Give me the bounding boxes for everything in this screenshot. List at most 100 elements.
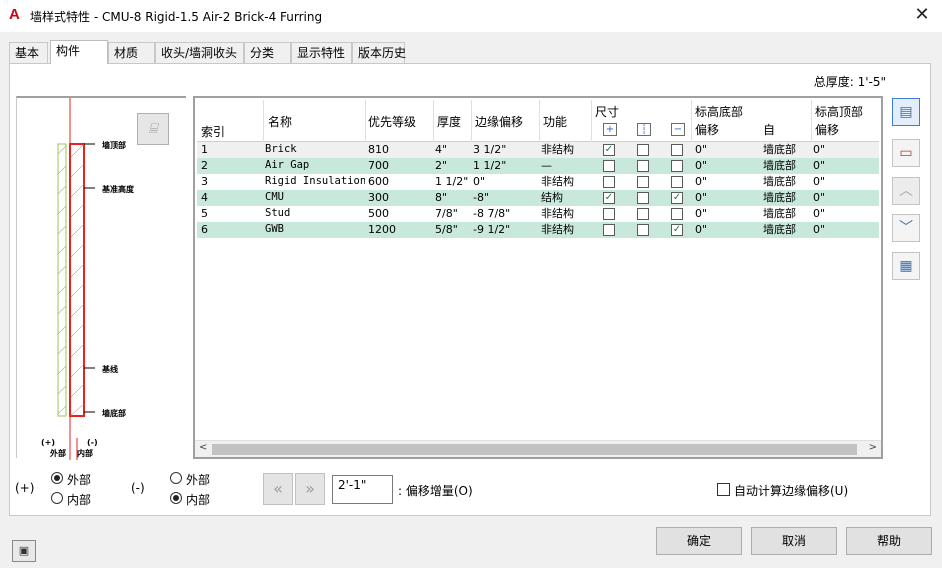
tab-basic[interactable]: 基本 — [9, 42, 48, 63]
move-down-icon[interactable]: ﹀ — [892, 214, 920, 242]
cell-bottom-offset[interactable]: 0" — [695, 222, 707, 237]
dim-interior-checkbox[interactable] — [671, 160, 683, 172]
cell-edge-offset[interactable]: -9 1/2" — [473, 222, 510, 237]
cell-from[interactable]: 墙底部 — [763, 190, 796, 205]
cell-name[interactable]: CMU — [265, 190, 365, 205]
tab-display-properties[interactable]: 显示特性 — [291, 42, 352, 63]
cell-function[interactable]: — — [541, 158, 552, 173]
table-row[interactable]: 4 CMU 300 8" -8" 结构 ✓ ✓ 0" 墙底部 0" — [197, 190, 879, 206]
cell-thickness[interactable]: 1 1/2" — [435, 174, 468, 189]
cell-name[interactable]: Stud — [265, 206, 365, 221]
cell-function[interactable]: 非结构 — [541, 222, 574, 237]
cell-thickness[interactable]: 8" — [435, 190, 447, 205]
cell-thickness[interactable]: 4" — [435, 142, 447, 157]
cell-edge-offset[interactable]: 1 1/2" — [473, 158, 506, 173]
dim-interior-checkbox[interactable]: ✓ — [671, 192, 683, 204]
tab-materials[interactable]: 材质 — [108, 42, 155, 63]
cell-priority[interactable]: 810 — [368, 142, 389, 157]
dim-exterior-checkbox[interactable]: ✓ — [603, 192, 615, 204]
col-name[interactable]: 名称 — [268, 113, 292, 130]
col-from[interactable]: 自 — [763, 121, 775, 138]
minus-exterior-radio[interactable] — [170, 472, 182, 484]
cell-from[interactable]: 墙底部 — [763, 174, 796, 189]
cell-bottom-offset[interactable]: 0" — [695, 142, 707, 157]
dim-exterior-checkbox[interactable] — [603, 208, 615, 220]
table-row[interactable]: 2 Air Gap 700 2" 1 1/2" — 0" 墙底部 0" — [197, 158, 879, 174]
style-browser-icon[interactable]: ▣ — [12, 540, 36, 562]
cancel-button[interactable]: 取消 — [751, 527, 837, 555]
cell-thickness[interactable]: 5/8" — [435, 222, 458, 237]
cell-priority[interactable]: 700 — [368, 158, 389, 173]
ok-button[interactable]: 确定 — [656, 527, 742, 555]
dim-interior-checkbox[interactable]: ✓ — [671, 224, 683, 236]
table-row[interactable]: 3 Rigid Insulation 600 1 1/2" 0" 非结构 0" … — [197, 174, 879, 190]
cell-from[interactable]: 墙底部 — [763, 222, 796, 237]
cell-edge-offset[interactable]: 0" — [473, 174, 485, 189]
cell-top-offset[interactable]: 0" — [813, 142, 825, 157]
cell-priority[interactable]: 300 — [368, 190, 389, 205]
wall-tool-icon[interactable]: ⌸ — [137, 113, 169, 145]
dim-exterior-checkbox[interactable] — [603, 160, 615, 172]
dim-interior-checkbox[interactable] — [671, 208, 683, 220]
cell-bottom-offset[interactable]: 0" — [695, 174, 707, 189]
col-priority[interactable]: 优先等级 — [368, 113, 416, 130]
plus-exterior-radio[interactable] — [51, 472, 63, 484]
cell-function[interactable]: 非结构 — [541, 142, 574, 157]
cell-top-offset[interactable]: 0" — [813, 158, 825, 173]
dim-interior-checkbox[interactable] — [671, 144, 683, 156]
cell-from[interactable]: 墙底部 — [763, 158, 796, 173]
table-row[interactable]: 5 Stud 500 7/8" -8 7/8" 非结构 0" 墙底部 0" — [197, 206, 879, 222]
cell-name[interactable]: GWB — [265, 222, 365, 237]
dim-center-checkbox[interactable] — [637, 208, 649, 220]
auto-calc-label[interactable]: 自动计算边缘偏移(U) — [734, 482, 848, 499]
col-dimension[interactable]: 尺寸 — [595, 103, 619, 120]
cell-priority[interactable]: 600 — [368, 174, 389, 189]
dim-center-checkbox[interactable] — [637, 160, 649, 172]
col-function[interactable]: 功能 — [543, 113, 567, 130]
dim-interior-checkbox[interactable] — [671, 176, 683, 188]
shift-right-icon[interactable]: » — [295, 473, 325, 505]
dim-center-checkbox[interactable] — [637, 224, 649, 236]
col-top-elevation[interactable]: 标高顶部 — [815, 103, 863, 120]
cell-from[interactable]: 墙底部 — [763, 142, 796, 157]
scroll-right-icon[interactable]: > — [869, 442, 877, 453]
cell-name[interactable]: Air Gap — [265, 158, 365, 173]
cell-from[interactable]: 墙底部 — [763, 206, 796, 221]
cell-edge-offset[interactable]: -8 7/8" — [473, 206, 510, 221]
col-top-offset[interactable]: 偏移 — [815, 121, 839, 138]
cell-top-offset[interactable]: 0" — [813, 206, 825, 221]
tab-components[interactable]: 构件 — [50, 40, 108, 64]
tab-classifications[interactable]: 分类 — [244, 42, 291, 63]
cell-name[interactable]: Rigid Insulation — [265, 174, 365, 189]
cell-bottom-offset[interactable]: 0" — [695, 190, 707, 205]
scroll-left-icon[interactable]: < — [199, 442, 207, 453]
dim-center-checkbox[interactable] — [637, 144, 649, 156]
col-bottom-elevation[interactable]: 标高底部 — [695, 103, 743, 120]
cell-priority[interactable]: 1200 — [368, 222, 396, 237]
table-row[interactable]: 6 GWB 1200 5/8" -9 1/2" 非结构 ✓ 0" 墙底部 0" — [197, 222, 879, 238]
col-thickness[interactable]: 厚度 — [437, 113, 461, 130]
offset-increment-input[interactable]: 2'-1" — [332, 475, 393, 504]
col-edge-offset[interactable]: 边缘偏移 — [475, 113, 523, 130]
col-bottom-offset[interactable]: 偏移 — [695, 121, 719, 138]
cell-edge-offset[interactable]: 3 1/2" — [473, 142, 506, 157]
col-index[interactable]: 索引 — [201, 123, 225, 140]
cell-top-offset[interactable]: 0" — [813, 174, 825, 189]
close-icon[interactable]: ✕ — [908, 2, 936, 28]
components-grid[interactable]: 索引 名称 优先等级 厚度 边缘偏移 功能 尺寸 + ┆ − 标高底部 偏移 自… — [193, 96, 883, 459]
dim-center-checkbox[interactable] — [637, 192, 649, 204]
cell-priority[interactable]: 500 — [368, 206, 389, 221]
minus-interior-radio[interactable] — [170, 492, 182, 504]
tab-endcaps[interactable]: 收头/墙洞收头 — [155, 42, 244, 63]
properties-icon[interactable]: ▦ — [892, 252, 920, 280]
dim-exterior-checkbox[interactable] — [603, 176, 615, 188]
cell-thickness[interactable]: 7/8" — [435, 206, 458, 221]
scroll-thumb[interactable] — [212, 444, 857, 455]
tab-version-history[interactable]: 版本历史 — [352, 42, 406, 63]
cell-bottom-offset[interactable]: 0" — [695, 206, 707, 221]
move-up-icon[interactable]: ︿ — [892, 177, 920, 205]
cell-thickness[interactable]: 2" — [435, 158, 447, 173]
cell-function[interactable]: 结构 — [541, 190, 563, 205]
plus-interior-radio[interactable] — [51, 492, 63, 504]
cell-top-offset[interactable]: 0" — [813, 190, 825, 205]
